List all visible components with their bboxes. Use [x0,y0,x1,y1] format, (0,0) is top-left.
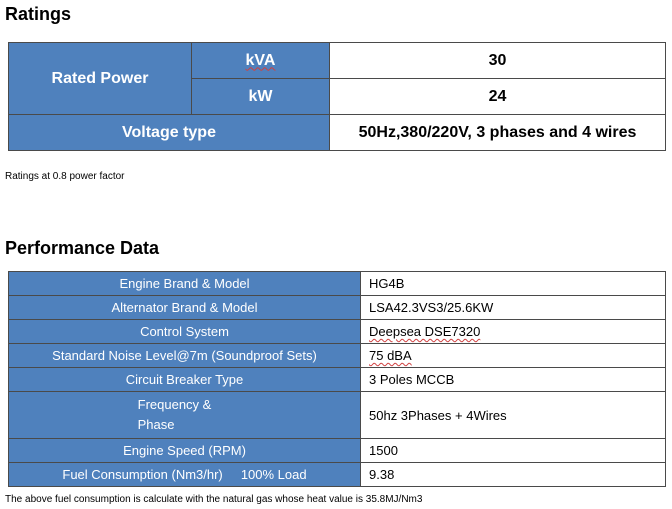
table-row: Engine Speed (RPM) 1500 [8,438,666,463]
table-row: Control System Deepsea DSE7320 [8,319,666,344]
fuel-consumption-value: 9.38 [360,462,666,487]
voltage-type-label: Voltage type [8,114,330,151]
noise-level-value-text: 75 dBA [369,348,412,363]
circuit-breaker-label: Circuit Breaker Type [8,367,361,392]
kva-label: kVA [191,42,330,79]
frequency-phase-label-text: Frequency & Phase [138,395,212,435]
alternator-brand-value: LSA42.3VS3/25.6KW [360,295,666,320]
frequency-phase-label-line1: Frequency & [137,397,212,412]
table-row: Fuel Consumption (Nm3/hr) 100% Load 9.38 [8,462,666,487]
engine-speed-label: Engine Speed (RPM) [8,438,361,463]
kw-label: kW [191,78,330,115]
voltage-type-value: 50Hz,380/220V, 3 phases and 4 wires [329,114,666,151]
table-row: Standard Noise Level@7m (Soundproof Sets… [8,343,666,368]
noise-level-value: 75 dBA [360,343,666,368]
rated-power-label: Rated Power [8,42,192,115]
frequency-phase-label: Frequency & Phase [8,391,361,439]
noise-level-label: Standard Noise Level@7m (Soundproof Sets… [8,343,361,368]
engine-speed-value: 1500 [360,438,666,463]
fuel-consumption-label: Fuel Consumption (Nm3/hr) 100% Load [8,462,361,487]
ratings-note: Ratings at 0.8 power factor [5,171,125,182]
kw-value: 24 [329,78,666,115]
control-system-label: Control System [8,319,361,344]
performance-heading: Performance Data [5,238,160,258]
alternator-brand-label: Alternator Brand & Model [8,295,361,320]
fuel-note: The above fuel consumption is calculate … [5,494,423,505]
engine-brand-label: Engine Brand & Model [8,271,361,296]
kva-value: 30 [329,42,666,79]
ratings-heading: Ratings [5,4,72,24]
table-row: Rated Power kVA 30 [8,42,666,115]
table-row: Alternator Brand & Model LSA42.3VS3/25.6… [8,295,666,320]
table-row: Circuit Breaker Type 3 Poles MCCB [8,367,666,392]
control-system-value: Deepsea DSE7320 [360,319,666,344]
table-row: Frequency & Phase 50hz 3Phases + 4Wires [8,391,666,439]
table-row: Voltage type 50Hz,380/220V, 3 phases and… [8,114,666,151]
frequency-phase-value: 50hz 3Phases + 4Wires [360,391,666,439]
table-row: Engine Brand & Model HG4B [8,271,666,296]
control-system-value-text: Deepsea DSE7320 [369,324,481,339]
circuit-breaker-value: 3 Poles MCCB [360,367,666,392]
ratings-table: Rated Power kVA 30 kW 24 Voltage type 50… [8,42,666,151]
kva-label-text: kVA [245,51,276,69]
performance-table: Engine Brand & Model HG4B Alternator Bra… [8,271,666,487]
frequency-phase-label-line2: Phase [137,417,175,432]
engine-brand-value: HG4B [360,271,666,296]
